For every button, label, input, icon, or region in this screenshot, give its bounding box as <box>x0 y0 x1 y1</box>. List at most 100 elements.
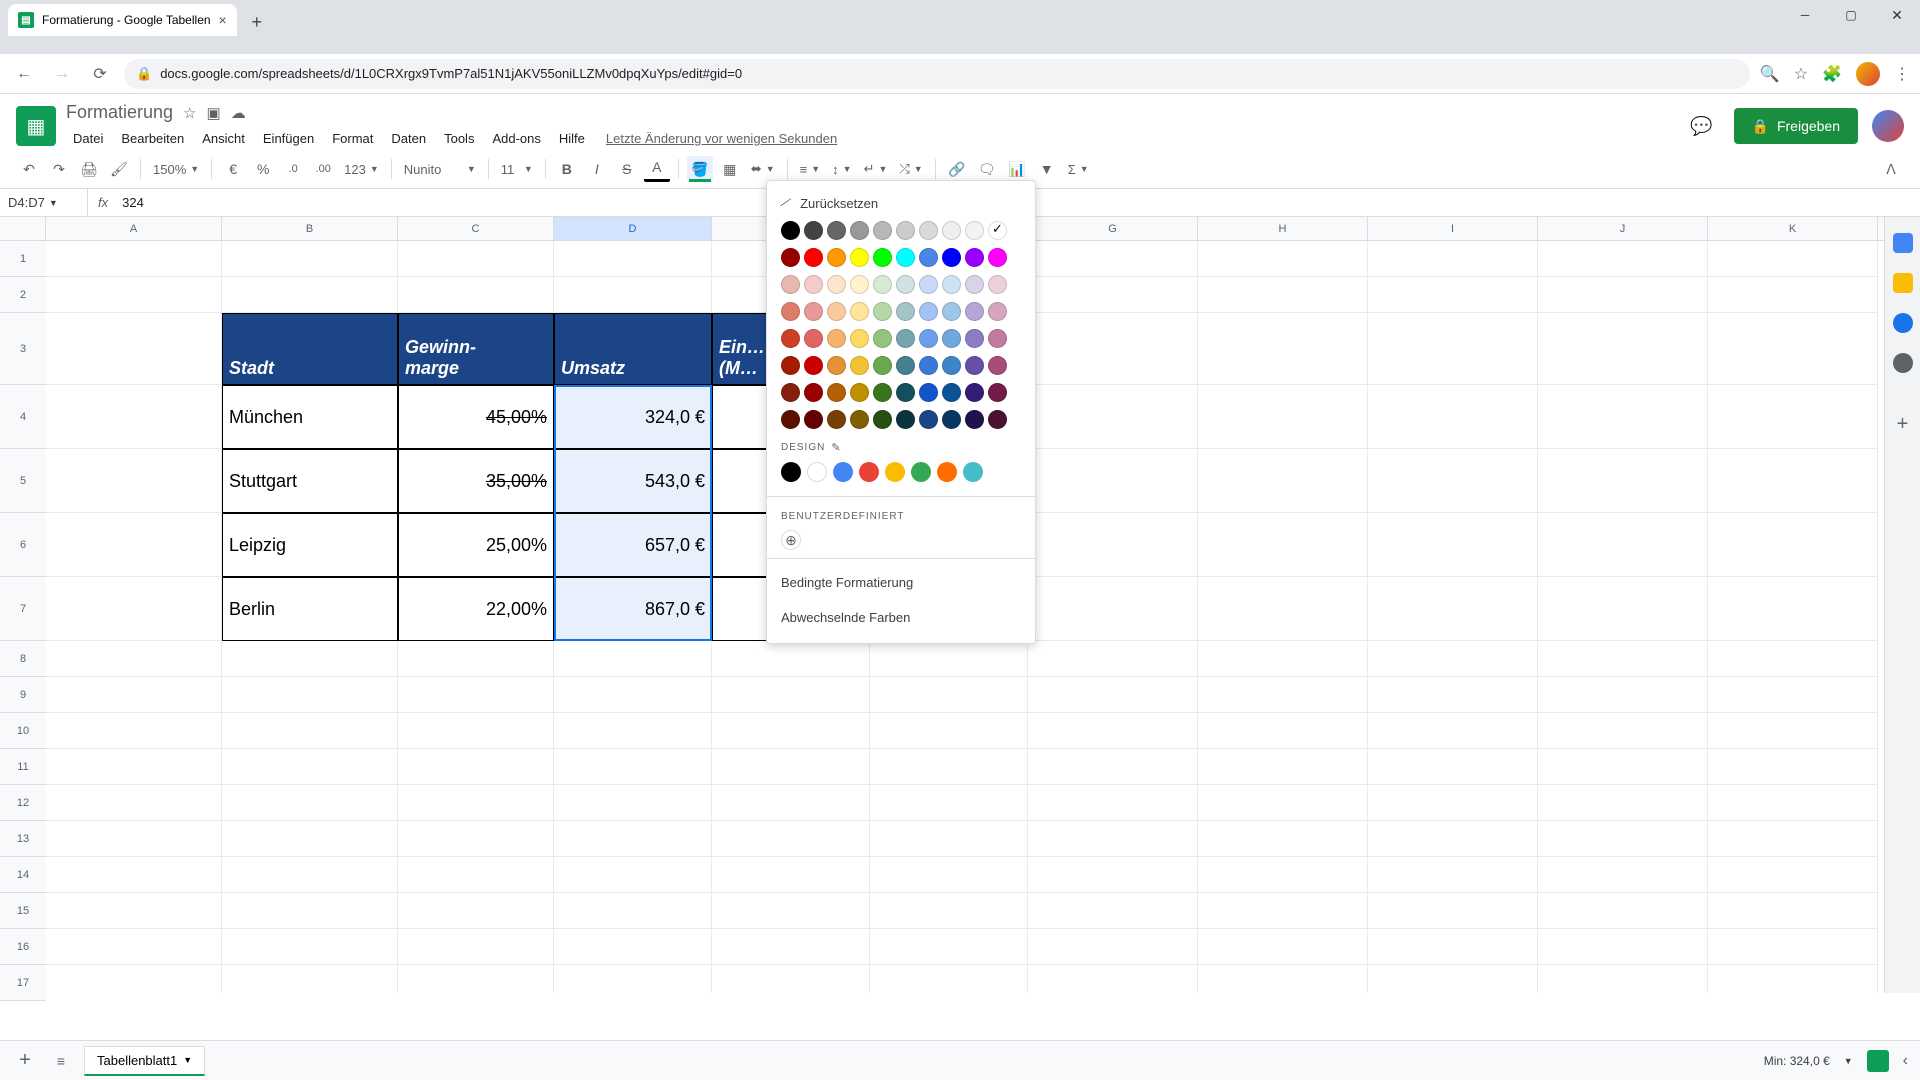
color-swatch[interactable] <box>827 302 846 321</box>
cell-I6[interactable] <box>1368 513 1538 577</box>
alternating-colors-link[interactable]: Abwechselnde Farben <box>767 600 1035 635</box>
cell-C13[interactable] <box>398 821 554 857</box>
undo-icon[interactable]: ↶ <box>16 156 42 182</box>
row-header-2[interactable]: 2 <box>0 277 46 313</box>
cell-C17[interactable] <box>398 965 554 993</box>
color-swatch[interactable] <box>988 329 1007 348</box>
design-swatch[interactable] <box>937 462 957 482</box>
color-swatch[interactable] <box>850 329 869 348</box>
color-swatch[interactable] <box>942 221 961 240</box>
cell-G10[interactable] <box>1028 713 1198 749</box>
cell-C3[interactable]: Gewinn-marge <box>398 313 554 385</box>
comment-icon[interactable]: 🗨 <box>974 156 1000 182</box>
cell-D8[interactable] <box>554 641 712 677</box>
url-input[interactable]: 🔒 docs.google.com/spreadsheets/d/1L0CRXr… <box>124 59 1750 89</box>
cell-A16[interactable] <box>46 929 222 965</box>
cell-A4[interactable] <box>46 385 222 449</box>
cell-D5[interactable]: 543,0 € <box>554 449 712 513</box>
cell-H16[interactable] <box>1198 929 1368 965</box>
rotate-icon[interactable]: ⤮▼ <box>895 161 926 177</box>
row-header-9[interactable]: 9 <box>0 677 46 713</box>
bookmark-icon[interactable]: ☆ <box>1794 64 1808 84</box>
back-icon[interactable]: ← <box>10 60 38 88</box>
zoom-select[interactable]: 150%▼ <box>149 162 203 177</box>
color-swatch[interactable] <box>873 410 892 429</box>
reset-color-button[interactable]: ⟋ Zurücksetzen <box>767 189 1035 217</box>
cell-B12[interactable] <box>222 785 398 821</box>
cell-D9[interactable] <box>554 677 712 713</box>
color-swatch[interactable] <box>942 275 961 294</box>
color-swatch[interactable] <box>896 221 915 240</box>
cell-F10[interactable] <box>870 713 1028 749</box>
color-swatch[interactable] <box>965 383 984 402</box>
cell-A7[interactable] <box>46 577 222 641</box>
text-color-icon[interactable]: A <box>644 156 670 182</box>
cell-K16[interactable] <box>1708 929 1878 965</box>
color-swatch[interactable] <box>873 329 892 348</box>
cell-I3[interactable] <box>1368 313 1538 385</box>
cell-J3[interactable] <box>1538 313 1708 385</box>
cell-K10[interactable] <box>1708 713 1878 749</box>
name-box[interactable]: D4:D7▼ <box>0 189 88 216</box>
cell-G17[interactable] <box>1028 965 1198 993</box>
cell-I10[interactable] <box>1368 713 1538 749</box>
cell-J11[interactable] <box>1538 749 1708 785</box>
row-header-17[interactable]: 17 <box>0 965 46 1001</box>
color-swatch[interactable] <box>919 302 938 321</box>
col-header-C[interactable]: C <box>398 217 554 240</box>
close-window-icon[interactable]: ✕ <box>1874 0 1920 30</box>
row-header-14[interactable]: 14 <box>0 857 46 893</box>
color-swatch[interactable] <box>942 410 961 429</box>
col-header-B[interactable]: B <box>222 217 398 240</box>
cell-G14[interactable] <box>1028 857 1198 893</box>
color-swatch[interactable] <box>919 383 938 402</box>
contacts-addon-icon[interactable] <box>1893 353 1913 373</box>
menu-daten[interactable]: Daten <box>384 127 433 150</box>
color-swatch[interactable] <box>988 221 1007 240</box>
cell-F13[interactable] <box>870 821 1028 857</box>
comment-history-icon[interactable]: 💬 <box>1684 108 1720 144</box>
cell-J15[interactable] <box>1538 893 1708 929</box>
color-swatch[interactable] <box>781 248 800 267</box>
color-swatch[interactable] <box>804 302 823 321</box>
number-format-select[interactable]: 123▼ <box>340 162 383 177</box>
cell-J9[interactable] <box>1538 677 1708 713</box>
cell-E12[interactable] <box>712 785 870 821</box>
row-header-1[interactable]: 1 <box>0 241 46 277</box>
cell-D15[interactable] <box>554 893 712 929</box>
print-icon[interactable]: 🖨 <box>76 156 102 182</box>
cell-K8[interactable] <box>1708 641 1878 677</box>
pencil-icon[interactable]: ✎ <box>831 441 841 454</box>
color-swatch[interactable] <box>919 275 938 294</box>
cell-J12[interactable] <box>1538 785 1708 821</box>
color-swatch[interactable] <box>804 410 823 429</box>
color-swatch[interactable] <box>804 221 823 240</box>
cell-B7[interactable]: Berlin <box>222 577 398 641</box>
cell-I12[interactable] <box>1368 785 1538 821</box>
wrap-icon[interactable]: ↵▼ <box>860 161 892 177</box>
account-avatar-icon[interactable] <box>1872 110 1904 142</box>
cell-H14[interactable] <box>1198 857 1368 893</box>
cell-D6[interactable]: 657,0 € <box>554 513 712 577</box>
last-edit-link[interactable]: Letzte Änderung vor wenigen Sekunden <box>606 131 837 146</box>
cell-I2[interactable] <box>1368 277 1538 313</box>
color-swatch[interactable] <box>988 302 1007 321</box>
cell-B13[interactable] <box>222 821 398 857</box>
cell-H11[interactable] <box>1198 749 1368 785</box>
cell-J10[interactable] <box>1538 713 1708 749</box>
design-swatch[interactable] <box>859 462 879 482</box>
cell-D17[interactable] <box>554 965 712 993</box>
color-swatch[interactable] <box>942 302 961 321</box>
row-header-11[interactable]: 11 <box>0 749 46 785</box>
col-header-G[interactable]: G <box>1028 217 1198 240</box>
menu-ansicht[interactable]: Ansicht <box>195 127 252 150</box>
cell-J8[interactable] <box>1538 641 1708 677</box>
cell-H5[interactable] <box>1198 449 1368 513</box>
cell-E17[interactable] <box>712 965 870 993</box>
color-swatch[interactable] <box>827 383 846 402</box>
cell-G9[interactable] <box>1028 677 1198 713</box>
cell-G16[interactable] <box>1028 929 1198 965</box>
cell-K6[interactable] <box>1708 513 1878 577</box>
design-swatch[interactable] <box>963 462 983 482</box>
menu-icon[interactable]: ⋮ <box>1894 64 1910 84</box>
